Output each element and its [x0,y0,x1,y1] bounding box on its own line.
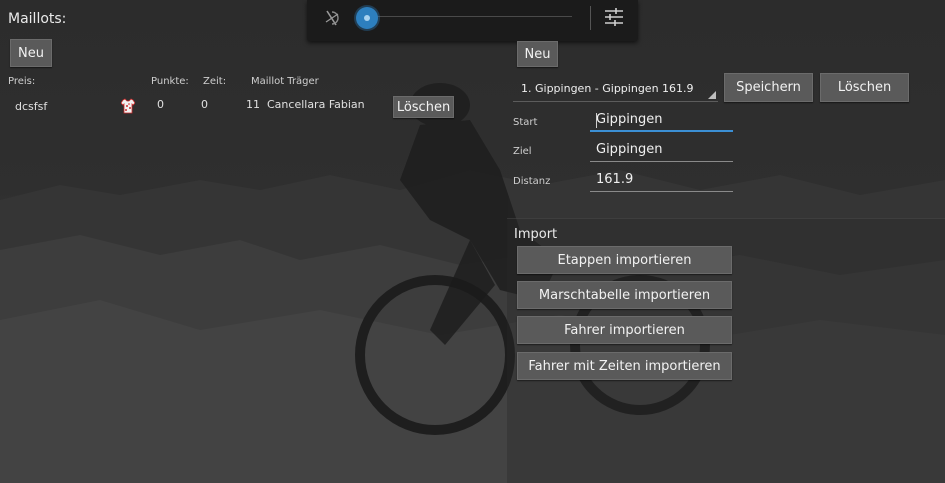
import-riders-button[interactable]: Fahrer importieren [517,316,732,344]
header-price: Preis: [8,76,36,87]
header-points: Punkte: [151,76,189,87]
settings-sliders-icon[interactable] [603,6,625,32]
brightness-slider-thumb[interactable] [356,7,378,29]
distance-field[interactable]: 161.9 [590,170,733,192]
maillot-price: dcsfsf [15,100,48,113]
maillots-title: Maillots: [8,11,67,27]
start-field[interactable]: Gippingen [590,110,733,132]
import-riders-with-times-button[interactable]: Fahrer mit Zeiten importieren [517,352,732,380]
maillot-time: 0 [201,98,208,111]
stage-select[interactable]: 1. Gippingen - Gippingen 161.9 [513,78,718,102]
header-carrier: Maillot Träger [251,76,319,87]
goal-value: Gippingen [596,142,663,157]
start-label: Start [513,117,538,128]
maillot-carrier-number: 11 [246,98,260,111]
goal-field[interactable]: Gippingen [590,140,733,162]
auto-brightness-off-icon[interactable] [321,7,343,33]
import-stages-button[interactable]: Etappen importieren [517,246,732,274]
goal-label: Ziel [513,146,532,157]
import-marching-table-button[interactable]: Marschtabelle importieren [517,281,732,309]
import-title: Import [514,227,558,242]
jersey-icon [120,98,136,118]
distance-label: Distanz [513,176,551,187]
start-value: Gippingen [596,112,663,127]
distance-value: 161.9 [596,172,634,187]
stage-select-value: 1. Gippingen - Gippingen 161.9 [521,82,694,95]
new-maillot-button[interactable]: Neu [10,39,52,67]
divider [590,6,591,30]
delete-maillot-button[interactable]: Löschen [393,96,454,118]
maillot-points: 0 [157,98,164,111]
brightness-slider-track[interactable] [367,16,572,17]
delete-stage-button[interactable]: Löschen [820,73,909,102]
brightness-bar [307,0,638,41]
text-cursor [596,113,597,128]
save-button[interactable]: Speichern [724,73,813,102]
new-stage-button[interactable]: Neu [517,41,558,67]
maillots-panel: Maillots: Neu Preis: Punkte: Zeit: Maill… [0,0,505,483]
header-time: Zeit: [203,76,227,87]
maillot-carrier-name: Cancellara Fabian [267,98,365,111]
dropdown-corner-icon [708,91,716,99]
